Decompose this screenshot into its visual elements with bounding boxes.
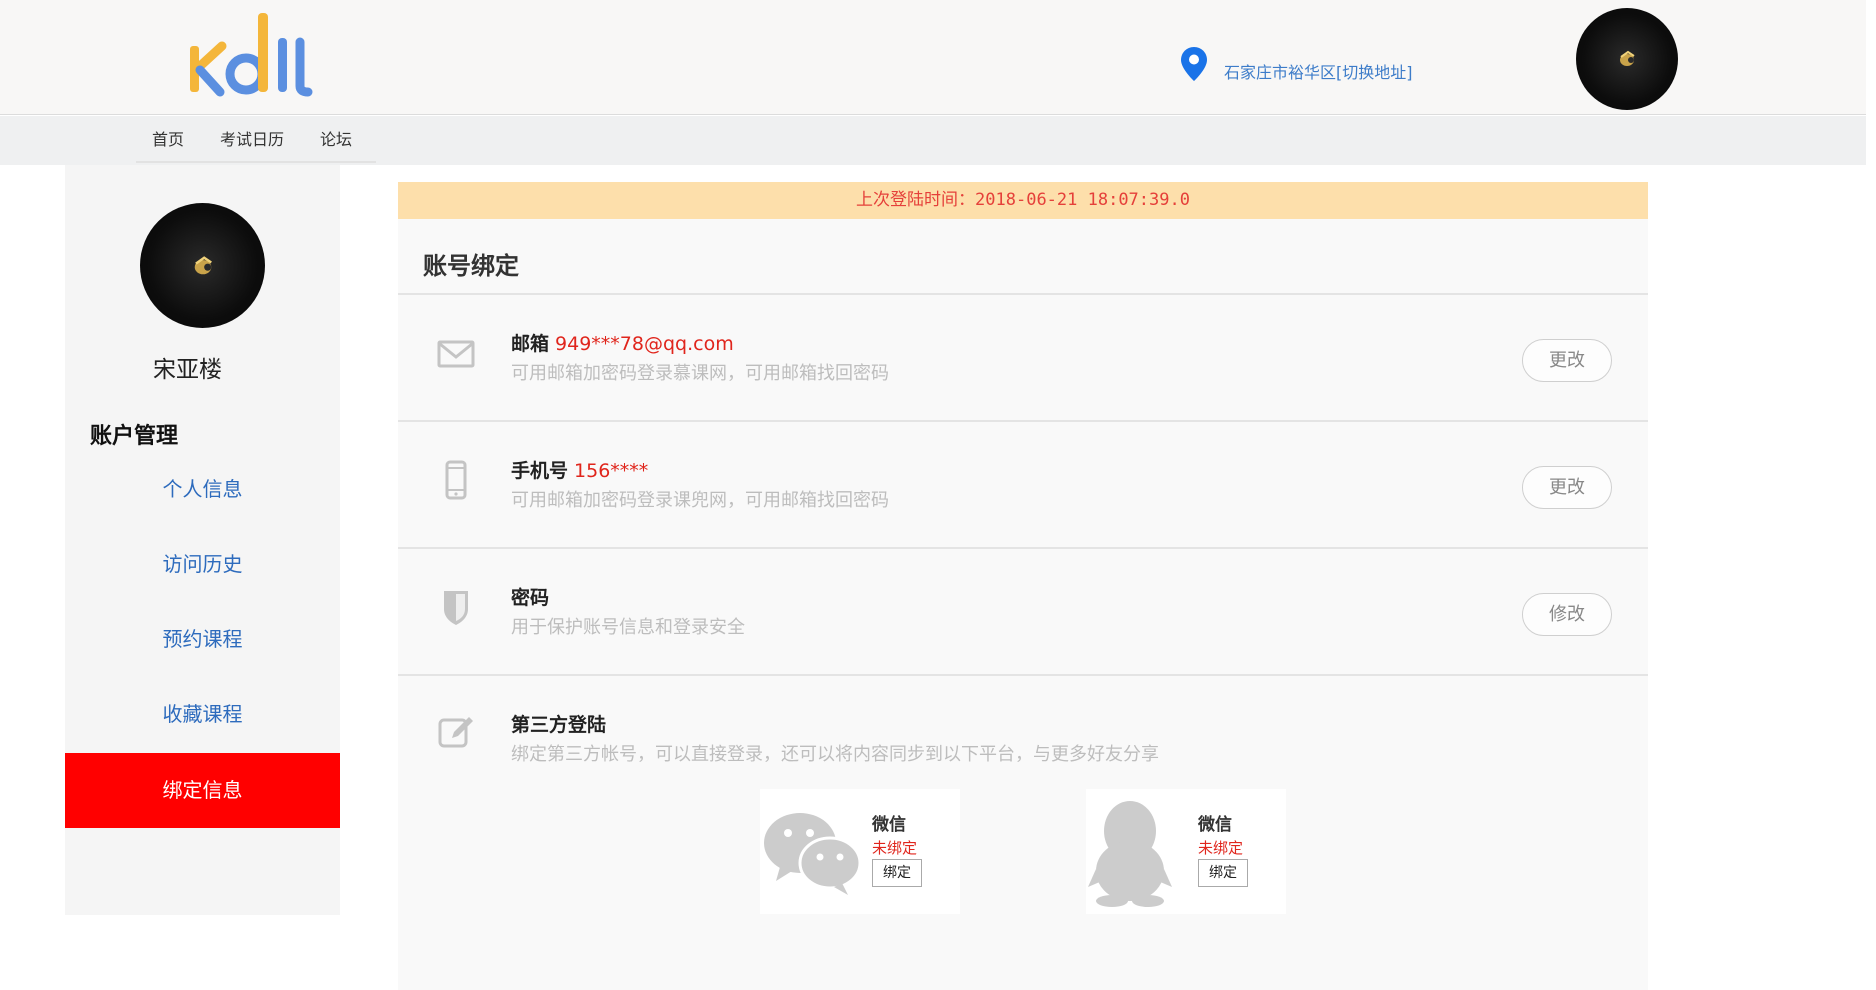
sidebar-item-reserved-courses[interactable]: 预约课程 bbox=[65, 602, 340, 677]
nav-item-home[interactable]: 首页 bbox=[136, 116, 202, 163]
binding-row-phone: 手机号 156**** 可用邮箱加密码登录课兜网，可用邮箱找回密码 更改 bbox=[398, 420, 1648, 547]
row-title: 手机号 156**** bbox=[511, 456, 648, 483]
binding-row-third-party: 第三方登陆 绑定第三方帐号，可以直接登录，还可以将内容同步到以下平台，与更多好友… bbox=[398, 674, 1648, 990]
change-email-button[interactable]: 更改 bbox=[1522, 339, 1612, 382]
sidebar-item-favorite-courses[interactable]: 收藏课程 bbox=[65, 677, 340, 752]
email-value: 949***78@qq.com bbox=[555, 333, 734, 355]
email-desc: 可用邮箱加密码登录慕课网，可用邮箱找回密码 bbox=[511, 363, 889, 384]
location-pin-icon bbox=[1181, 47, 1207, 81]
row-title: 密码 bbox=[511, 583, 549, 610]
avatar-emblem-icon bbox=[1620, 50, 1635, 66]
bind-wechat-button[interactable]: 绑定 bbox=[872, 859, 922, 887]
phone-value: 156**** bbox=[574, 460, 649, 482]
page-title: 账号绑定 bbox=[423, 252, 519, 280]
binding-status: 未绑定 bbox=[1198, 839, 1244, 857]
location-text[interactable]: 石家庄市裕华区[切换地址] bbox=[1224, 59, 1413, 83]
bind-qq-button[interactable]: 绑定 bbox=[1198, 859, 1248, 887]
avatar-emblem-icon bbox=[194, 255, 212, 274]
shield-icon bbox=[444, 591, 468, 625]
nav-item-exam-calendar[interactable]: 考试日历 bbox=[202, 116, 302, 163]
binding-row-email: 邮箱 949***78@qq.com 可用邮箱加密码登录慕课网，可用邮箱找回密码 … bbox=[398, 293, 1648, 420]
modify-password-button[interactable]: 修改 bbox=[1522, 593, 1612, 636]
site-logo[interactable] bbox=[188, 8, 338, 98]
third-party-title: 第三方登陆 bbox=[511, 714, 607, 736]
top-header: 石家庄市裕华区[切换地址] bbox=[0, 0, 1866, 115]
phone-label: 手机号 bbox=[511, 460, 569, 482]
phone-icon bbox=[445, 460, 467, 500]
sidebar-item-visit-history[interactable]: 访问历史 bbox=[65, 527, 340, 602]
section-title: 账户管理 bbox=[90, 424, 179, 449]
binding-row-password: 密码 用于保护账号信息和登录安全 修改 bbox=[398, 547, 1648, 674]
platform-name: 微信 bbox=[1198, 815, 1232, 835]
location-selector[interactable]: 石家庄市裕华区[切换地址] bbox=[1180, 44, 1413, 84]
sidebar-avatar[interactable] bbox=[140, 203, 265, 328]
nav-item-forum[interactable]: 论坛 bbox=[302, 116, 370, 163]
third-party-card-qq: 微信 未绑定 绑定 bbox=[1086, 789, 1286, 914]
edit-icon bbox=[438, 717, 473, 748]
header-avatar[interactable] bbox=[1576, 8, 1678, 110]
mail-icon bbox=[437, 340, 475, 368]
password-desc: 用于保护账号信息和登录安全 bbox=[511, 617, 745, 638]
password-label: 密码 bbox=[511, 587, 550, 609]
binding-status: 未绑定 bbox=[872, 839, 918, 857]
platform-name: 微信 bbox=[872, 815, 906, 835]
phone-desc: 可用邮箱加密码登录课兜网，可用邮箱找回密码 bbox=[511, 490, 889, 511]
row-title: 邮箱 949***78@qq.com bbox=[511, 329, 734, 356]
email-label: 邮箱 bbox=[511, 333, 550, 355]
sidebar-item-personal-info[interactable]: 个人信息 bbox=[65, 452, 340, 527]
nav-bar: 首页 考试日历 论坛 bbox=[136, 116, 376, 163]
third-party-card-wechat: 微信 未绑定 绑定 bbox=[760, 789, 960, 914]
qq-icon bbox=[1088, 801, 1172, 907]
last-login-notice: 上次登陆时间：2018-06-21 18:07:39.0 bbox=[398, 182, 1648, 219]
change-phone-button[interactable]: 更改 bbox=[1522, 466, 1612, 509]
main-nav: 首页 考试日历 论坛 bbox=[0, 116, 1866, 165]
sidebar-item-binding-info[interactable]: 绑定信息 bbox=[65, 753, 340, 828]
main-content: 上次登陆时间：2018-06-21 18:07:39.0 账号绑定 邮箱 949*… bbox=[398, 182, 1648, 990]
wechat-icon bbox=[764, 813, 862, 895]
third-party-desc: 绑定第三方帐号，可以直接登录，还可以将内容同步到以下平台，与更多好友分享 bbox=[511, 744, 1159, 765]
user-name: 宋亚楼 bbox=[153, 357, 222, 383]
account-sidebar: 宋亚楼 账户管理 个人信息 访问历史 预约课程 收藏课程 绑定信息 bbox=[65, 165, 340, 915]
